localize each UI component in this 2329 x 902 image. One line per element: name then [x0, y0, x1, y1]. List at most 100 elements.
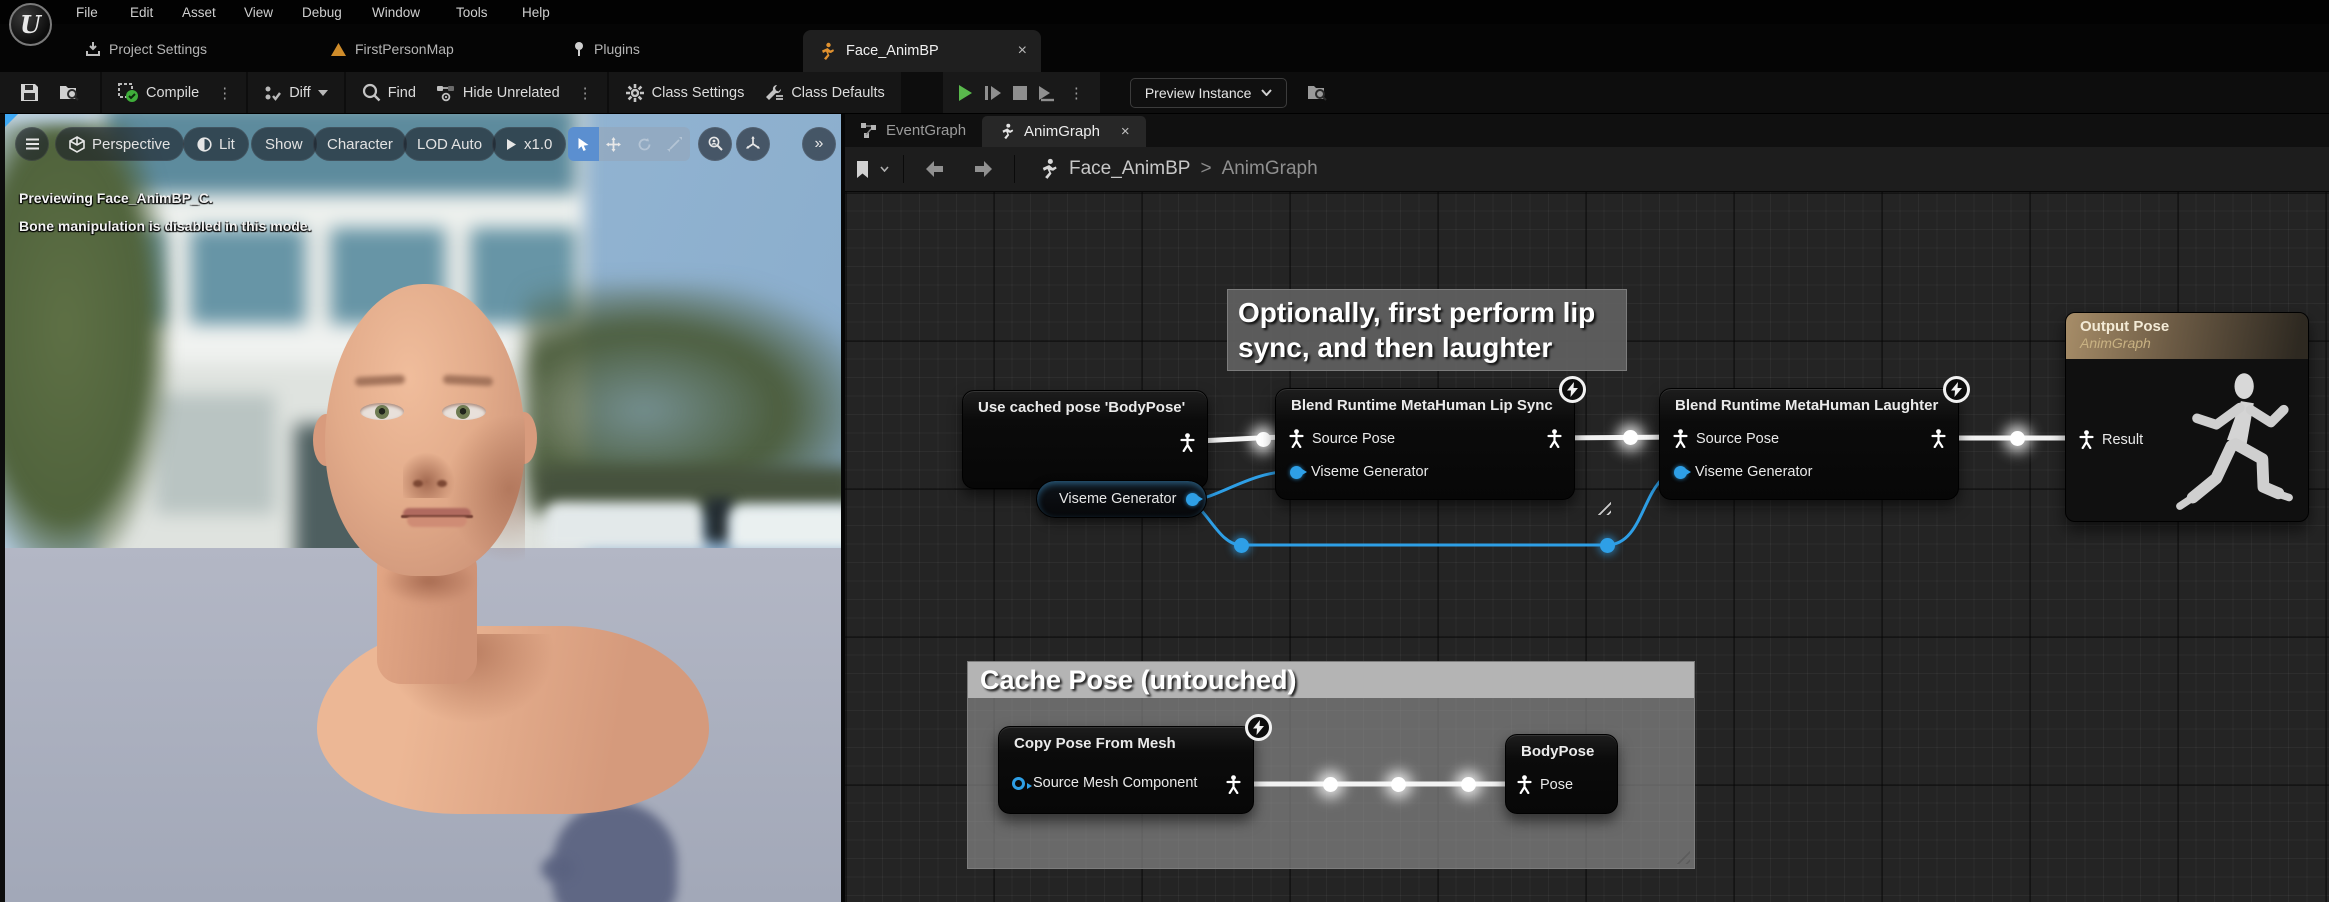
show-button[interactable]: Show [251, 127, 317, 161]
class-defaults-button[interactable]: Class Defaults [758, 72, 890, 113]
hide-unrelated-button[interactable]: Hide Unrelated [430, 72, 566, 113]
menu-view[interactable]: View [238, 4, 279, 21]
nose-shadow [403, 452, 455, 498]
tab-plugins[interactable]: Plugins [572, 36, 640, 62]
graph-panel: EventGraph AnimGraph × Face_AnimBP > Ani… [845, 114, 2329, 902]
node-use-cached-pose[interactable]: Use cached pose 'BodyPose' [962, 390, 1208, 489]
pin-source-pose-label: Source Pose [1696, 431, 1779, 447]
browse-asset-button[interactable] [53, 72, 86, 113]
tab-project-settings[interactable]: Project Settings [85, 36, 207, 62]
head-shadow-ear [541, 856, 575, 882]
breadcrumb-root[interactable]: Face_AnimBP [1069, 158, 1190, 180]
breadcrumb-current[interactable]: AnimGraph [1222, 158, 1318, 180]
scale-tool-button[interactable] [660, 127, 691, 161]
lod-button[interactable]: LOD Auto [403, 127, 496, 161]
editor-toolbar: Compile ⋮ Diff Find Hide Unrelated ⋮ [0, 72, 2329, 114]
left-nostril [413, 480, 423, 487]
step-forward-icon[interactable] [983, 83, 1003, 103]
pin-lipsync-output[interactable] [1547, 429, 1562, 448]
menu-window[interactable]: Window [366, 4, 426, 21]
project-settings-icon [85, 41, 101, 57]
jaw-shadow [445, 414, 525, 564]
find-button[interactable]: Find [356, 72, 422, 113]
play-icon[interactable] [955, 83, 975, 103]
compile-options-kebab[interactable]: ⋮ [213, 84, 236, 102]
class-settings-button[interactable]: Class Settings [619, 72, 751, 113]
menu-help[interactable]: Help [516, 4, 556, 21]
browse-preview-button[interactable] [1301, 72, 1334, 113]
compile-button[interactable]: Compile [112, 72, 205, 113]
preview-instance-dropdown[interactable]: Preview Instance [1130, 78, 1288, 108]
pin-result[interactable]: Result [2079, 430, 2143, 449]
translate-tool-button[interactable] [599, 127, 630, 161]
animbp-runner-icon [817, 42, 836, 61]
tab-firstpersonmap[interactable]: FirstPersonMap [330, 36, 454, 62]
pin-laughter-output[interactable] [1931, 429, 1946, 448]
node-viseme-generator-variable[interactable]: Viseme Generator [1036, 480, 1207, 518]
select-tool-button[interactable] [568, 127, 599, 161]
pin-lipsync-viseme[interactable]: Viseme Generator [1290, 464, 1428, 480]
rotate-tool-button[interactable] [629, 127, 660, 161]
pin-viseme-generator-output[interactable] [1186, 493, 1199, 506]
animgraph-canvas[interactable]: Cache Pose (untouched) Optionally, first… [845, 192, 2329, 902]
node-copy-pose-from-mesh[interactable]: Copy Pose From Mesh Source Mesh Componen… [998, 726, 1254, 814]
separator [903, 155, 904, 183]
graph-breadcrumb-bar: Face_AnimBP > AnimGraph [845, 147, 2329, 192]
perspective-button[interactable]: Perspective [55, 127, 184, 161]
stop-icon[interactable] [1011, 84, 1029, 102]
pin-laughter-viseme[interactable]: Viseme Generator [1674, 464, 1812, 480]
viseme-pin-icon [1290, 466, 1303, 479]
node-blend-lip-sync[interactable]: Blend Runtime MetaHuman Lip Sync Source … [1275, 388, 1575, 500]
menu-tools[interactable]: Tools [450, 4, 494, 21]
unreal-logo-icon: U [9, 3, 52, 46]
reroute-node[interactable] [1234, 538, 1249, 553]
breadcrumb-runner-icon [1037, 158, 1059, 180]
tab-animgraph-close-icon[interactable]: × [1121, 123, 1130, 140]
focus-selected-button[interactable] [698, 127, 732, 161]
bookmark-chevron-icon[interactable] [880, 166, 889, 172]
bookmark-icon[interactable] [855, 160, 870, 179]
pin-source-mesh-component[interactable]: Source Mesh Component [1012, 775, 1197, 791]
preview-viewport[interactable]: Perspective Lit Show Character LOD Auto … [0, 114, 841, 902]
node-output-pose[interactable]: Output Pose AnimGraph Result [2065, 312, 2309, 522]
object-pin-icon [1012, 777, 1025, 790]
character-label: Character [327, 136, 393, 153]
compile-label: Compile [146, 85, 199, 101]
lit-button[interactable]: Lit [183, 127, 249, 161]
viewport-expand-button[interactable]: » [802, 127, 836, 161]
node-body-pose[interactable]: BodyPose Pose [1505, 734, 1618, 814]
bone-axes-button[interactable] [736, 127, 770, 161]
character-button[interactable]: Character [313, 127, 407, 161]
pin-lipsync-source-pose[interactable]: Source Pose [1289, 429, 1395, 448]
perspective-label: Perspective [92, 136, 170, 153]
tab-animgraph[interactable]: AnimGraph × [982, 116, 1146, 147]
pin-pose-input[interactable]: Pose [1517, 775, 1573, 794]
menu-edit[interactable]: Edit [124, 4, 159, 21]
menu-file[interactable]: File [70, 4, 104, 21]
menu-debug[interactable]: Debug [296, 4, 348, 21]
wire-glow [1461, 777, 1476, 792]
node-blend-laughter[interactable]: Blend Runtime MetaHuman Laughter Source … [1659, 388, 1959, 500]
left-iris [375, 405, 389, 419]
diff-button[interactable]: Diff [258, 72, 334, 113]
forward-arrow-icon[interactable] [970, 160, 994, 178]
tab-face-animbp[interactable]: Face_AnimBP × [803, 30, 1041, 72]
skip-to-end-icon[interactable] [1037, 83, 1057, 103]
separator [1014, 155, 1015, 183]
play-options-kebab[interactable]: ⋮ [1065, 84, 1088, 102]
viseme-pin-icon [1674, 466, 1687, 479]
tab-eventgraph[interactable]: EventGraph [845, 114, 982, 147]
tab-close-icon[interactable]: × [1018, 43, 1027, 59]
reroute-node[interactable] [1600, 538, 1615, 553]
pin-viseme-label: Viseme Generator [1695, 464, 1812, 480]
playback-speed-button[interactable]: x1.0 [492, 127, 566, 161]
hide-unrelated-kebab[interactable]: ⋮ [574, 84, 597, 102]
menu-asset[interactable]: Asset [176, 4, 222, 21]
pin-cached-pose-output[interactable] [1180, 433, 1195, 452]
save-button[interactable] [14, 72, 45, 113]
back-arrow-icon[interactable] [924, 160, 948, 178]
node-laughter-title: Blend Runtime MetaHuman Laughter [1660, 389, 1958, 417]
viewport-menu-button[interactable] [15, 127, 49, 161]
pin-laughter-source-pose[interactable]: Source Pose [1673, 429, 1779, 448]
pin-copy-pose-output[interactable] [1226, 775, 1241, 794]
